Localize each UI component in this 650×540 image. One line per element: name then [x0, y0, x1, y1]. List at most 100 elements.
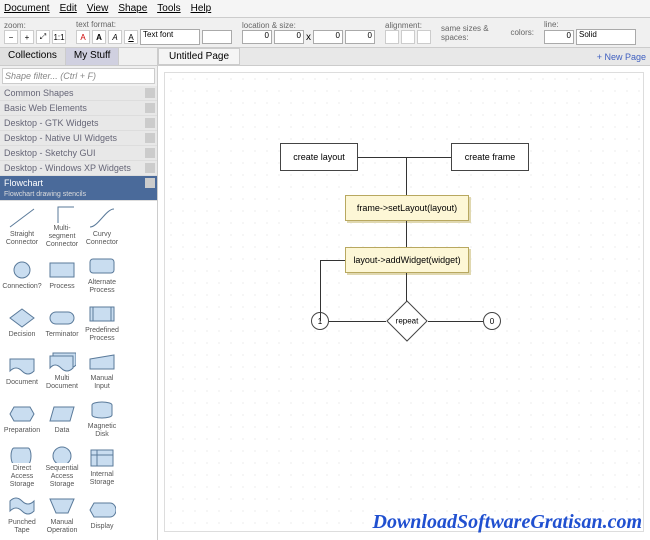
pos-y-spinner[interactable]: 0 — [274, 30, 304, 44]
shape-label: Sequential Access Storage — [44, 465, 80, 489]
font-combo[interactable]: Text font — [140, 29, 200, 45]
textformat-label: text format: — [76, 20, 232, 29]
terminal-0[interactable]: 0 — [483, 312, 501, 330]
page-tab-untitled[interactable]: Untitled Page — [158, 48, 240, 65]
left-tabs: Collections My Stuff — [0, 48, 157, 66]
shape-hex[interactable]: Preparation — [4, 397, 40, 441]
shape-line[interactable]: Straight Connector — [4, 205, 40, 249]
zoom-out-icon[interactable]: − — [4, 30, 18, 44]
collapse-icon[interactable] — [145, 118, 155, 128]
tab-collections[interactable]: Collections — [0, 48, 66, 65]
connector — [406, 273, 407, 301]
line-style-combo[interactable]: Solid — [576, 29, 636, 45]
shape-diamond[interactable]: Decision — [4, 301, 40, 345]
shape-trapezoid2[interactable]: Manual Operation — [44, 493, 80, 537]
shape-label: Display — [91, 523, 114, 531]
shape-circle[interactable]: Connection? — [4, 253, 40, 297]
connector — [406, 157, 407, 195]
cat-native-ui[interactable]: Desktop - Native UI Widgets — [0, 131, 157, 146]
node-create-frame[interactable]: create frame — [451, 143, 529, 171]
zoom-in-icon[interactable]: + — [20, 30, 34, 44]
cat-common-shapes[interactable]: Common Shapes — [0, 86, 157, 101]
collapse-icon[interactable] — [145, 103, 155, 113]
shape-trapezoid[interactable]: Manual Input — [84, 349, 120, 393]
zoom-actual-icon[interactable]: 1:1 — [52, 30, 66, 44]
shape-cylinder[interactable]: Magnetic Disk — [84, 397, 120, 441]
page-tabs: Untitled Page + New Page — [158, 48, 650, 66]
size-w-spinner[interactable]: 0 — [313, 30, 343, 44]
collapse-icon[interactable] — [145, 178, 155, 188]
shape-circle2[interactable]: Sequential Access Storage — [44, 445, 80, 489]
connector — [406, 221, 407, 247]
shape-curve[interactable]: Curvy Connector — [84, 205, 120, 249]
italic-icon[interactable]: A — [108, 30, 122, 44]
left-panel: Collections My Stuff Shape filter... (Ct… — [0, 48, 158, 540]
shape-para[interactable]: Data — [44, 397, 80, 441]
colors-label: colors: — [510, 28, 534, 37]
new-page-button[interactable]: + New Page — [597, 52, 646, 62]
shape-label: Direct Access Storage — [4, 465, 40, 489]
cat-flowchart[interactable]: Flowchart Flowchart drawing stencils — [0, 176, 157, 201]
shape-label: Manual Operation — [44, 519, 80, 535]
zoom-fit-icon[interactable]: ⤢ — [36, 30, 50, 44]
bold-icon[interactable]: A — [92, 30, 106, 44]
shape-grid[interactable]: Internal Storage — [84, 445, 120, 489]
tab-mystuff[interactable]: My Stuff — [66, 48, 120, 65]
shape-grid: Straight ConnectorMulti-segment Connecto… — [0, 201, 157, 540]
align-label: alignment: — [385, 21, 431, 30]
size-h-spinner[interactable]: 0 — [345, 30, 375, 44]
shape-zigzag[interactable]: Multi-segment Connector — [44, 205, 80, 249]
shape-rect[interactable]: Process — [44, 253, 80, 297]
font-size-spinner[interactable] — [202, 30, 232, 44]
shape-doc[interactable]: Document — [4, 349, 40, 393]
shape-label: Multi-segment Connector — [44, 225, 80, 249]
shape-label: Data — [55, 427, 70, 435]
menu-edit[interactable]: Edit — [60, 3, 77, 14]
shape-wave[interactable]: Punched Tape — [4, 493, 40, 537]
shape-label: Document — [6, 379, 38, 387]
shape-roundrect[interactable]: Alternate Process — [84, 253, 120, 297]
menu-shape[interactable]: Shape — [118, 3, 147, 14]
shape-label: Alternate Process — [84, 279, 120, 295]
connector — [320, 260, 321, 321]
shape-label: Process — [49, 283, 74, 291]
menu-help[interactable]: Help — [191, 3, 212, 14]
shape-label: Curvy Connector — [84, 231, 120, 247]
node-setlayout[interactable]: frame->setLayout(layout) — [345, 195, 469, 221]
cat-winxp[interactable]: Desktop - Windows XP Widgets — [0, 161, 157, 176]
canvas[interactable]: create layout create frame frame->setLay… — [164, 72, 644, 532]
samesize-label: same sizes & spaces: — [441, 24, 500, 42]
cat-gtk[interactable]: Desktop - GTK Widgets — [0, 116, 157, 131]
text-color-icon[interactable]: A — [76, 30, 90, 44]
align-left-icon[interactable] — [385, 30, 399, 44]
shape-filter-input[interactable]: Shape filter... (Ctrl + F) — [2, 68, 155, 84]
underline-icon[interactable]: A — [124, 30, 138, 44]
node-addwidget[interactable]: layout->addWidget(widget) — [345, 247, 469, 273]
pos-x-spinner[interactable]: 0 — [242, 30, 272, 44]
menu-document[interactable]: Document — [4, 3, 50, 14]
align-right-icon[interactable] — [417, 30, 431, 44]
align-center-icon[interactable] — [401, 30, 415, 44]
node-repeat[interactable]: repeat — [385, 299, 429, 343]
line-width-spinner[interactable]: 0 — [544, 30, 574, 44]
menu-view[interactable]: View — [87, 3, 109, 14]
collapse-icon[interactable] — [145, 163, 155, 173]
collapse-icon[interactable] — [145, 88, 155, 98]
collapse-icon[interactable] — [145, 133, 155, 143]
cat-sketchy[interactable]: Desktop - Sketchy GUI — [0, 146, 157, 161]
shape-label: Internal Storage — [84, 471, 120, 487]
shape-multidoc[interactable]: Multi Document — [44, 349, 80, 393]
collapse-icon[interactable] — [145, 148, 155, 158]
shape-rect2[interactable]: Predefined Process — [84, 301, 120, 345]
shape-label: Predefined Process — [84, 327, 120, 343]
cat-basic-web[interactable]: Basic Web Elements — [0, 101, 157, 116]
shape-label: Preparation — [4, 427, 40, 435]
node-create-layout[interactable]: create layout — [280, 143, 358, 171]
toolbar: zoom: − + ⤢ 1:1 text format: A A A A Tex… — [0, 18, 650, 48]
shape-pill[interactable]: Terminator — [44, 301, 80, 345]
menu-tools[interactable]: Tools — [157, 3, 180, 14]
shape-label: Connection? — [2, 283, 41, 291]
zoom-label: zoom: — [4, 21, 66, 30]
shape-display[interactable]: Display — [84, 493, 120, 537]
shape-cylinderh[interactable]: Direct Access Storage — [4, 445, 40, 489]
